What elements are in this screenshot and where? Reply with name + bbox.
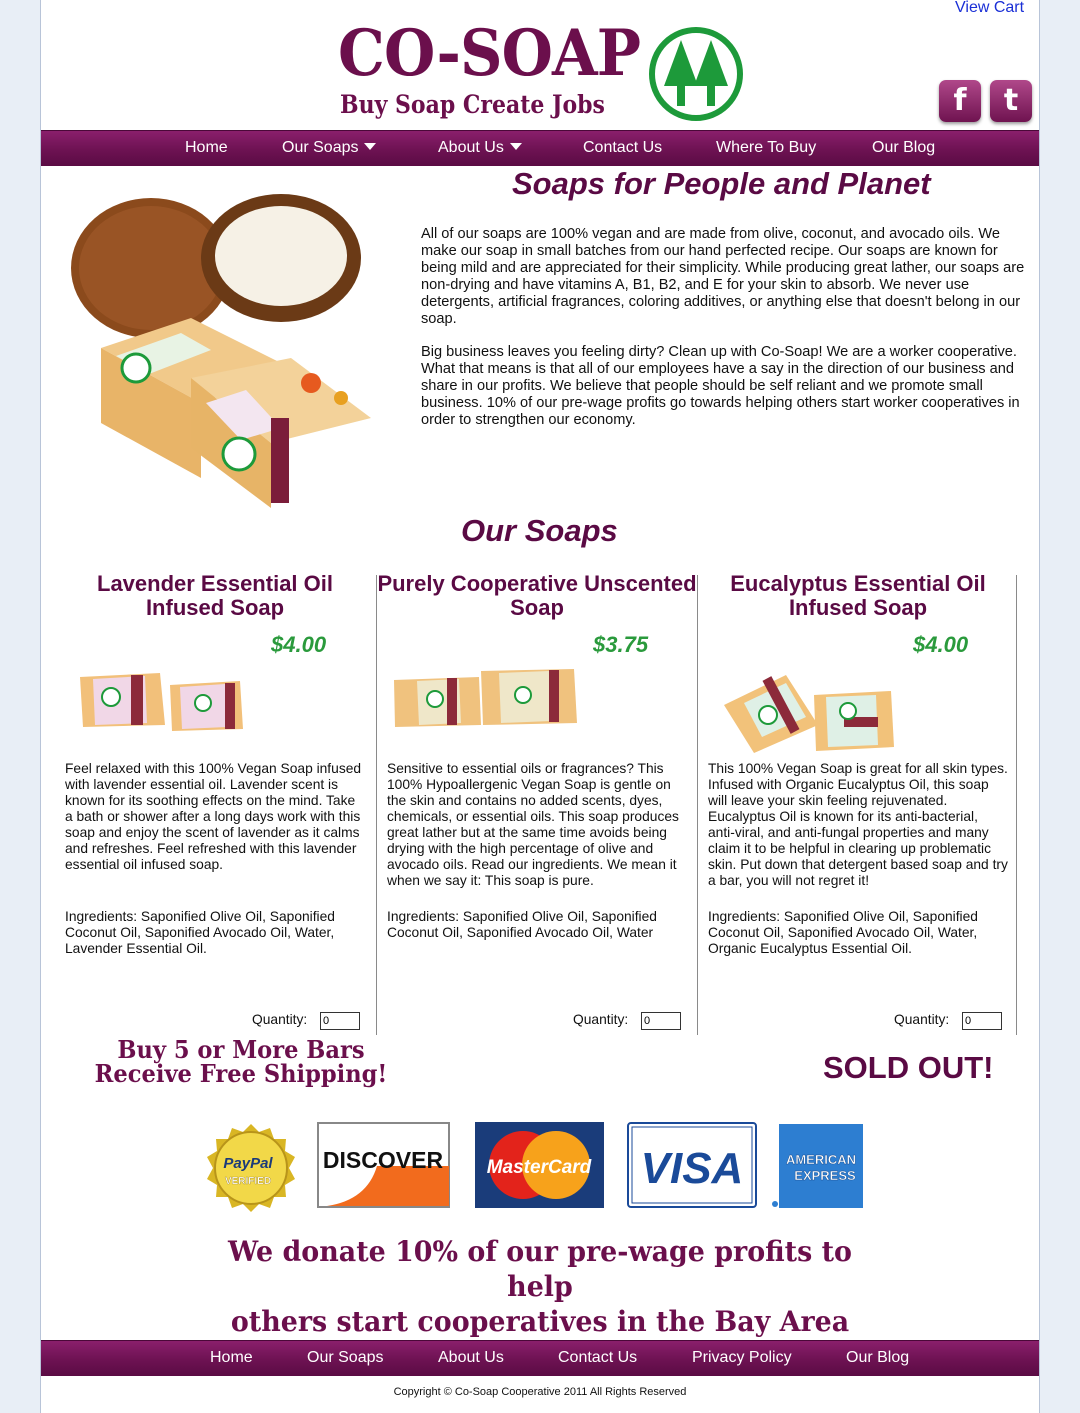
nav-contact-us[interactable]: Contact Us bbox=[583, 131, 662, 165]
quantity-input[interactable] bbox=[962, 1012, 1002, 1030]
product-ingredients: Ingredients: Saponified Olive Oil, Sapon… bbox=[65, 909, 335, 956]
page-background-right bbox=[1040, 0, 1080, 1413]
product-name: Eucalyptus Essential Oil Infused Soap bbox=[730, 571, 986, 620]
eucalyptus-soap-photo bbox=[724, 675, 894, 753]
nav-our-blog[interactable]: Our Blog bbox=[872, 131, 935, 165]
coconut-soap-photo bbox=[41, 178, 413, 522]
product-name: Lavender Essential Oil Infused Soap bbox=[97, 571, 333, 620]
quantity-label: Quantity: bbox=[252, 1012, 308, 1027]
visa-text: VISA bbox=[641, 1144, 744, 1193]
quantity-input[interactable] bbox=[320, 1012, 360, 1030]
intro-paragraph: All of our soaps are 100% vegan and are … bbox=[421, 226, 1025, 327]
logo-tagline: Buy Soap Create Jobs bbox=[340, 90, 605, 119]
quantity-input[interactable] bbox=[641, 1012, 681, 1030]
free-shipping-promo: Buy 5 or More Bars Receive Free Shipping… bbox=[92, 1038, 391, 1086]
donation-message: We donate 10% of our pre-wage profits to… bbox=[204, 1234, 876, 1339]
nav-our-soaps-label: Our Soaps bbox=[282, 139, 359, 156]
sold-out-label: SOLD OUT! bbox=[823, 1050, 994, 1085]
nav-where-to-buy[interactable]: Where To Buy bbox=[716, 131, 816, 165]
paypal-text: PayPal bbox=[223, 1155, 273, 1172]
donation-line: We donate 10% of our pre-wage profits to… bbox=[228, 1235, 852, 1303]
paypal-verified-text: VERIFIED bbox=[225, 1176, 271, 1187]
nav-our-soaps[interactable]: Our Soaps bbox=[282, 131, 377, 165]
amex-line2: EXPRESS bbox=[794, 1168, 856, 1183]
logo-wordmark: CO-SOAP bbox=[338, 16, 641, 91]
product-ingredients: Ingredients: Saponified Olive Oil, Sapon… bbox=[708, 909, 978, 956]
product-description: This 100% Vegan Soap is great for all sk… bbox=[708, 761, 1008, 888]
quantity-label: Quantity: bbox=[573, 1012, 629, 1027]
twin-pines-icon bbox=[649, 27, 743, 121]
quantity-label: Quantity: bbox=[894, 1012, 950, 1027]
discover-card-logo: DISCOVER bbox=[317, 1122, 450, 1208]
copyright-text: Copyright © Co-Soap Cooperative 2011 All… bbox=[393, 1386, 687, 1398]
site-logo[interactable]: CO-SOAP Buy Soap Create Jobs bbox=[338, 18, 748, 128]
product-price: $4.00 bbox=[913, 632, 969, 657]
donation-line: others start cooperatives in the Bay Are… bbox=[230, 1305, 850, 1338]
nav-home[interactable]: Home bbox=[185, 131, 228, 165]
product-description: Sensitive to essential oils or fragrance… bbox=[387, 761, 679, 888]
chevron-down-icon bbox=[364, 143, 377, 150]
hero-title: Soaps for People and Planet bbox=[512, 166, 931, 201]
nav-about-us-label: About Us bbox=[438, 139, 504, 156]
intro-paragraph: Big business leaves you feeling dirty? C… bbox=[421, 344, 1020, 428]
our-soaps-title: Our Soaps bbox=[461, 513, 618, 548]
footer-nav: Home Our Soaps About Us Contact Us Priva… bbox=[41, 1340, 1039, 1376]
nav-about-us[interactable]: About Us bbox=[438, 131, 522, 165]
mastercard-text: MasterCard bbox=[487, 1157, 592, 1178]
paypal-verified-badge: PayPal VERIFIED bbox=[207, 1124, 295, 1212]
product-card-eucalyptus: Eucalyptus Essential Oil Infused Soap $4… bbox=[697, 571, 1017, 1035]
footer-contact-us[interactable]: Contact Us bbox=[558, 1341, 637, 1375]
product-price: $4.00 bbox=[271, 632, 327, 657]
amex-line1: AMERICAN bbox=[786, 1152, 856, 1167]
product-description: Feel relaxed with this 100% Vegan Soap i… bbox=[65, 761, 362, 872]
lavender-soap-photo bbox=[80, 673, 243, 731]
american-express-logo: AMERICAN EXPRESS bbox=[772, 1124, 863, 1208]
mastercard-logo: MasterCard bbox=[475, 1122, 604, 1208]
product-card-unscented: Purely Cooperative Unscented Soap $3.75 … bbox=[376, 571, 697, 1035]
chevron-down-icon bbox=[509, 143, 522, 150]
footer-privacy-policy[interactable]: Privacy Policy bbox=[692, 1341, 792, 1375]
product-card-lavender: Lavender Essential Oil Infused Soap $4.0… bbox=[55, 571, 375, 1035]
footer-home[interactable]: Home bbox=[210, 1341, 253, 1375]
unscented-soap-photo bbox=[394, 669, 577, 727]
product-price: $3.75 bbox=[593, 632, 649, 657]
promo-line: Receive Free Shipping! bbox=[94, 1059, 388, 1088]
product-name: Purely Cooperative Unscented Soap bbox=[377, 571, 697, 620]
facebook-icon[interactable]: f bbox=[939, 80, 981, 122]
product-ingredients: Ingredients: Saponified Olive Oil, Sapon… bbox=[387, 909, 657, 940]
main-nav: Home Our Soaps About Us Contact Us Where… bbox=[41, 130, 1039, 166]
twitter-icon[interactable]: t bbox=[990, 80, 1032, 122]
page-background-left bbox=[0, 0, 40, 1413]
visa-card-logo: VISA bbox=[627, 1122, 757, 1208]
footer-our-soaps[interactable]: Our Soaps bbox=[307, 1341, 383, 1375]
intro-text: All of our soaps are 100% vegan and are … bbox=[421, 226, 1031, 445]
footer-our-blog[interactable]: Our Blog bbox=[846, 1341, 909, 1375]
view-cart-link[interactable]: View Cart bbox=[955, 0, 1024, 17]
discover-text: DISCOVER bbox=[323, 1147, 444, 1173]
footer-about-us[interactable]: About Us bbox=[438, 1341, 504, 1375]
